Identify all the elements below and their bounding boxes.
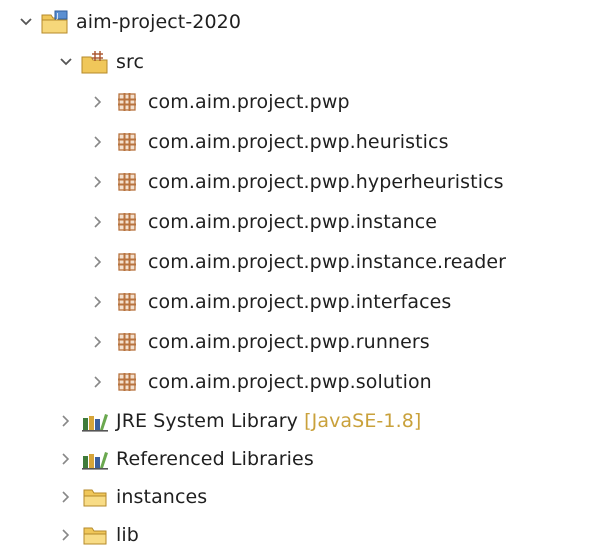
tree-item-project[interactable]: J aim-project-2020 [18,2,241,42]
tree-item-package[interactable]: com.aim.project.pwp.hyperheuristics [90,162,504,202]
tree-item-label: instances [116,486,208,508]
chevron-right-icon[interactable] [58,401,74,441]
tree-item-label: com.aim.project.pwp [148,91,350,113]
tree-item-label: com.aim.project.pwp.runners [148,331,430,353]
package-icon [112,322,142,362]
tree-item-src[interactable]: src [58,42,144,82]
chevron-down-icon[interactable] [18,2,34,42]
tree-item-label: src [116,51,145,73]
chevron-right-icon[interactable] [90,322,106,362]
java-project-icon: J [40,2,70,42]
tree-item-label: com.aim.project.pwp.instance [148,211,438,233]
package-icon [112,202,142,242]
package-explorer-tree: J aim-project-2020 src com.aim.project.p… [0,0,601,553]
folder-icon [80,477,110,517]
tree-item-label: com.aim.project.pwp.heuristics [148,131,449,153]
chevron-right-icon[interactable] [90,122,106,162]
tree-item-package[interactable]: com.aim.project.pwp.interfaces [90,282,451,322]
chevron-right-icon[interactable] [90,242,106,282]
tree-item-label: com.aim.project.pwp.solution [148,371,432,393]
tree-item-folder-lib[interactable]: lib [58,515,139,555]
package-icon [112,362,142,402]
folder-icon [80,515,110,555]
chevron-right-icon[interactable] [58,439,74,479]
package-icon [112,82,142,122]
tree-item-label: JRE System Library [116,410,298,432]
tree-item-referenced-libraries[interactable]: Referenced Libraries [58,439,314,479]
chevron-right-icon[interactable] [90,82,106,122]
tree-item-package[interactable]: com.aim.project.pwp.instance [90,202,437,242]
tree-item-label: aim-project-2020 [76,11,242,33]
package-icon [112,162,142,202]
source-folder-icon [80,42,110,82]
package-icon [112,122,142,162]
tree-item-jre-library[interactable]: JRE System Library [JavaSE-1.8] [58,401,421,441]
chevron-down-icon[interactable] [58,42,74,82]
library-icon [80,439,110,479]
chevron-right-icon[interactable] [90,202,106,242]
package-icon [112,282,142,322]
tree-item-package[interactable]: com.aim.project.pwp.instance.reader [90,242,506,282]
tree-item-package[interactable]: com.aim.project.pwp [90,82,350,122]
jre-version-decoration: [JavaSE-1.8] [304,410,422,432]
svg-text:J: J [56,12,59,20]
chevron-right-icon[interactable] [90,162,106,202]
package-icon [112,242,142,282]
tree-item-label: Referenced Libraries [116,448,314,470]
chevron-right-icon[interactable] [58,515,74,555]
tree-item-package[interactable]: com.aim.project.pwp.solution [90,362,432,402]
tree-item-label: com.aim.project.pwp.hyperheuristics [148,171,504,193]
tree-item-label: lib [116,524,139,546]
tree-item-label: com.aim.project.pwp.interfaces [148,291,452,313]
library-icon [80,401,110,441]
chevron-right-icon[interactable] [90,362,106,402]
tree-item-package[interactable]: com.aim.project.pwp.runners [90,322,430,362]
chevron-right-icon[interactable] [90,282,106,322]
tree-item-folder-instances[interactable]: instances [58,477,207,517]
tree-item-label: com.aim.project.pwp.instance.reader [148,251,507,273]
chevron-right-icon[interactable] [58,477,74,517]
tree-item-package[interactable]: com.aim.project.pwp.heuristics [90,122,449,162]
